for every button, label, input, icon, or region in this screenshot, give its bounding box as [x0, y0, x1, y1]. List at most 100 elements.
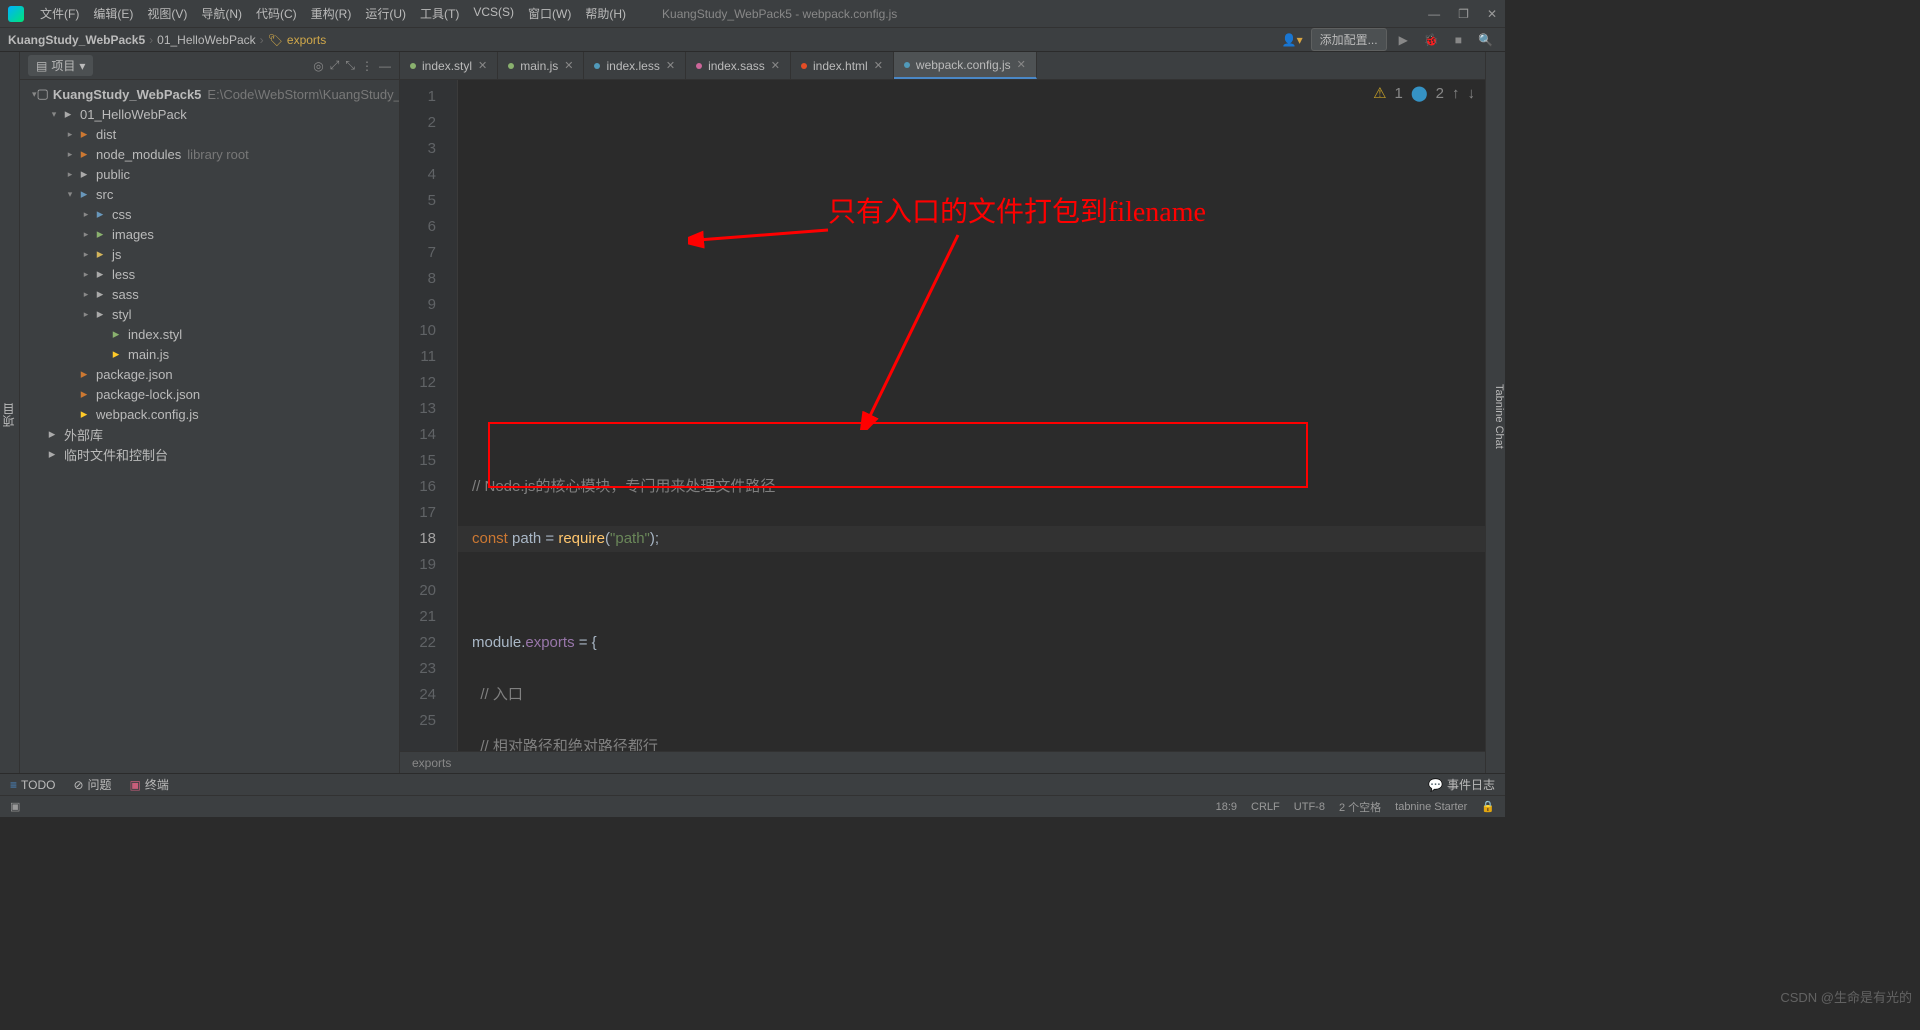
tree-item[interactable]: ▸▸sass [20, 284, 399, 304]
breadcrumb-item[interactable]: 01_HelloWebPack [157, 33, 256, 47]
editor-breadcrumb[interactable]: exports [400, 751, 1485, 773]
app-logo-icon [8, 6, 24, 22]
breadcrumb-tag[interactable]: exports [287, 33, 326, 47]
run-icon[interactable]: ▶ [1395, 33, 1412, 47]
status-lock-icon[interactable]: 🔒 [1481, 800, 1495, 813]
file-type-icon [904, 62, 910, 68]
maximize-icon[interactable]: ❐ [1458, 7, 1469, 21]
prev-highlight-icon[interactable]: ↑ [1452, 85, 1460, 102]
close-icon[interactable]: ✕ [1487, 7, 1497, 21]
target-icon[interactable]: ◎ [313, 59, 323, 73]
project-view-selector[interactable]: ▤ 项目 ▾ [28, 55, 93, 76]
tree-item[interactable]: ▸▸js [20, 244, 399, 264]
tree-item[interactable]: ▸▸images [20, 224, 399, 244]
tab-close-icon[interactable]: ✕ [1017, 58, 1026, 71]
tree-item[interactable]: ▸▸node_moduleslibrary root [20, 144, 399, 164]
expand-icon[interactable]: ⤢ [330, 58, 340, 73]
editor-tab[interactable]: index.styl✕ [400, 52, 498, 79]
code-content[interactable]: 只有入口的文件打包到filename // Node.js的核心模块，专门用来处… [458, 80, 1485, 751]
navbar: KuangStudy_WebPack5 › 01_HelloWebPack › … [0, 28, 1505, 52]
file-icon: ▸ [92, 246, 108, 262]
menu-edit[interactable]: 编辑(E) [87, 3, 139, 24]
menu-refactor[interactable]: 重构(R) [305, 3, 358, 24]
tab-close-icon[interactable]: ✕ [478, 59, 487, 72]
collapse-icon[interactable]: ⤡ [345, 58, 355, 73]
tree-item[interactable]: ▸外部库 [20, 424, 399, 444]
tree-item[interactable]: ▸package.json [20, 364, 399, 384]
user-icon[interactable]: 👤▾ [1282, 33, 1303, 47]
tree-item[interactable]: ▸▸public [20, 164, 399, 184]
tree-item[interactable]: ▸index.styl [20, 324, 399, 344]
left-toolwindow-bar: 项目 结构 收藏夹 [0, 52, 20, 773]
tree-root[interactable]: ▾ ▢ KuangStudy_WebPack5 E:\Code\WebStorm… [20, 84, 399, 104]
toolwindow-project[interactable]: 项目 [0, 397, 19, 433]
editor-tab[interactable]: index.html ✕ [791, 52, 894, 79]
tab-close-icon[interactable]: ✕ [771, 59, 780, 72]
toolwindow-tabnine[interactable]: Tabnine Chat [1493, 384, 1505, 449]
tree-item[interactable]: ▸package-lock.json [20, 384, 399, 404]
tab-close-icon[interactable]: ✕ [874, 59, 883, 72]
tab-close-icon[interactable]: ✕ [666, 59, 675, 72]
breadcrumb-root[interactable]: KuangStudy_WebPack5 [8, 33, 145, 47]
menu-vcs[interactable]: VCS(S) [467, 3, 520, 24]
tree-item-label: styl [112, 307, 132, 322]
code-editor[interactable]: ⚠1 ⬤2 ↑ ↓ 123456789101112131415161718192… [400, 80, 1485, 751]
menu-run[interactable]: 运行(U) [359, 3, 412, 24]
tree-item-label: dist [96, 127, 116, 142]
menu-view[interactable]: 视图(V) [141, 3, 193, 24]
right-toolwindow-bar: Tabnine Chat [1485, 52, 1505, 773]
file-icon: ▸ [44, 446, 60, 462]
status-caret-pos[interactable]: 18:9 [1216, 801, 1237, 813]
file-icon: ▸ [60, 106, 76, 122]
menu-tools[interactable]: 工具(T) [414, 3, 465, 24]
bottom-toolwindow-bar: ≡TODO ⊘问题 ▣终端 💬事件日志 [0, 773, 1505, 795]
tab-label: index.html [813, 59, 868, 73]
menu-code[interactable]: 代码(C) [250, 3, 303, 24]
line-numbers: 1234567891011121314151617181920212223242… [400, 80, 444, 751]
project-tree[interactable]: ▾ ▢ KuangStudy_WebPack5 E:\Code\WebStorm… [20, 80, 399, 773]
bottom-tab-terminal[interactable]: ▣终端 [130, 776, 169, 793]
editor-tab[interactable]: index.less ✕ [584, 52, 686, 79]
inspection-widget[interactable]: ⚠1 ⬤2 ↑ ↓ [1373, 84, 1475, 102]
file-icon: ▸ [76, 166, 92, 182]
search-icon[interactable]: 🔍 [1474, 33, 1497, 47]
stop-icon[interactable]: ■ [1451, 33, 1466, 47]
tree-item[interactable]: ▸▸less [20, 264, 399, 284]
status-tool-window-icon[interactable]: ▣ [10, 800, 20, 813]
bottom-tab-events[interactable]: 💬事件日志 [1428, 776, 1495, 793]
bottom-tab-problems[interactable]: ⊘问题 [73, 776, 111, 793]
status-line-sep[interactable]: CRLF [1251, 801, 1280, 813]
weak-warning-count: 2 [1436, 85, 1444, 102]
status-indent[interactable]: 2 个空格 [1339, 799, 1381, 815]
status-tabnine[interactable]: tabnine Starter [1395, 801, 1467, 813]
hide-icon[interactable]: — [379, 59, 391, 73]
options-icon[interactable]: ⋮ [361, 59, 373, 73]
menu-navigate[interactable]: 导航(N) [195, 3, 248, 24]
tree-item[interactable]: ▸webpack.config.js [20, 404, 399, 424]
tab-close-icon[interactable]: ✕ [564, 59, 573, 72]
bottom-tab-todo[interactable]: ≡TODO [10, 778, 55, 792]
fold-gutter[interactable] [444, 80, 458, 751]
file-type-icon [508, 63, 514, 69]
tree-item[interactable]: ▸main.js [20, 344, 399, 364]
menu-help[interactable]: 帮助(H) [579, 3, 632, 24]
next-highlight-icon[interactable]: ↓ [1468, 85, 1476, 102]
tab-label: index.less [606, 59, 659, 73]
editor-tab[interactable]: main.js✕ [498, 52, 584, 79]
tree-item[interactable]: ▸临时文件和控制台 [20, 444, 399, 464]
tree-item[interactable]: ▸▸css [20, 204, 399, 224]
editor-tab[interactable]: index.sass✕ [686, 52, 791, 79]
status-encoding[interactable]: UTF-8 [1294, 801, 1325, 813]
tree-item[interactable]: ▸▸dist [20, 124, 399, 144]
menu-window[interactable]: 窗口(W) [522, 3, 577, 24]
tree-item[interactable]: ▸▸styl [20, 304, 399, 324]
menu-file[interactable]: 文件(F) [34, 3, 85, 24]
debug-icon[interactable]: 🐞 [1420, 33, 1443, 47]
file-icon: ▸ [92, 266, 108, 282]
tree-item-label: package.json [96, 367, 173, 382]
editor-tab[interactable]: webpack.config.js✕ [894, 52, 1037, 79]
add-configuration-button[interactable]: 添加配置... [1311, 28, 1387, 51]
minimize-icon[interactable]: — [1428, 7, 1440, 21]
tree-item[interactable]: ▾▸src [20, 184, 399, 204]
tree-item[interactable]: ▾▸01_HelloWebPack [20, 104, 399, 124]
